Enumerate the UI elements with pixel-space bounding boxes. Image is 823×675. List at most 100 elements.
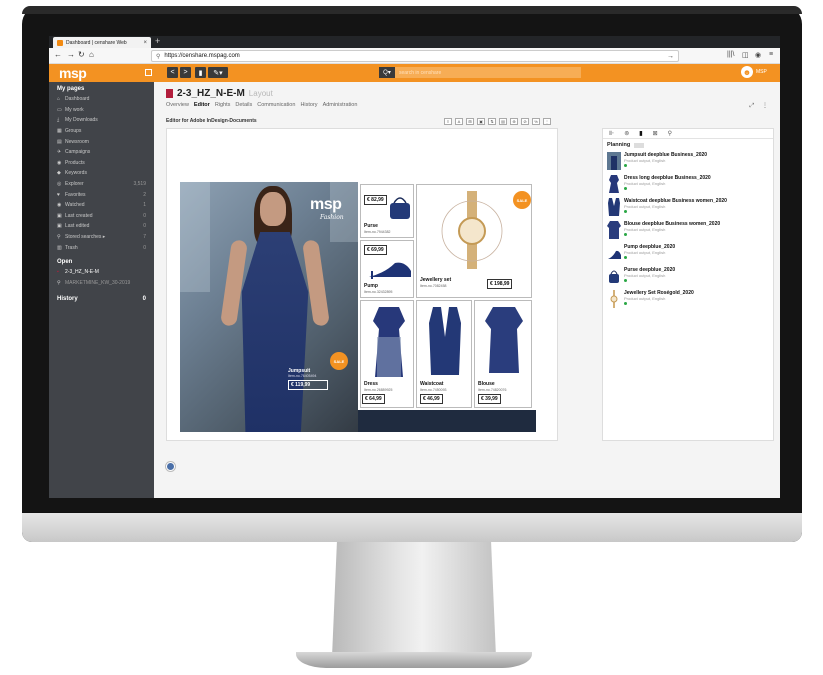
editor-tool-9-icon[interactable]: ⋮ <box>543 117 551 125</box>
sidebar-item-explorer[interactable]: ◎ Explorer 3,519 <box>49 179 154 190</box>
tab-rights[interactable]: Rights <box>215 102 231 108</box>
browser-tab[interactable]: Dashboard | censhare Web × <box>53 37 151 48</box>
sidebar-item-stored-searches[interactable]: ⚲ Stored searches ▸ 7 <box>49 232 154 243</box>
top-right-actions: ⤢ ⋮ <box>750 102 768 110</box>
sidebar-item-my-downloads[interactable]: ⤓ My Downloads <box>49 115 154 126</box>
editor-tool-0-icon[interactable]: ≡ <box>444 117 452 125</box>
back-nav-button[interactable]: < <box>167 67 178 78</box>
status-dot-icon <box>624 302 627 305</box>
panel-tab-search-icon[interactable]: ⚲ <box>668 130 672 137</box>
search-input[interactable]: search in censhare <box>395 67 581 78</box>
sidebar-item-last-created[interactable]: ▣ Last created 0 <box>49 211 154 222</box>
account-icon[interactable]: ◉ <box>755 51 761 59</box>
product-thumbnail <box>607 175 621 193</box>
history-section[interactable]: History 0 <box>49 288 154 310</box>
tab-communication[interactable]: Communication <box>257 102 295 108</box>
status-dot-icon <box>624 279 627 282</box>
sidebar-item-newsroom[interactable]: ▤ Newsroom <box>49 136 154 147</box>
document-name: 2-3_HZ_N-E-M <box>177 88 245 99</box>
newsroom-icon: ▤ <box>57 138 62 145</box>
open-item-search[interactable]: ⚲ MARKETMINE_KW_30-2019 <box>49 278 154 289</box>
sidebar-icon[interactable]: ◫ <box>742 51 749 59</box>
user-menu[interactable]: ☻ MSP <box>741 66 767 78</box>
sidebar-item-groups[interactable]: ▦ Groups <box>49 126 154 137</box>
panel-tab-structure-icon[interactable]: ⊪ <box>609 130 614 137</box>
forward-nav-button[interactable]: > <box>180 67 191 78</box>
sidebar-item-count: 0 <box>143 212 146 219</box>
layout-canvas[interactable]: msp Fashion SALE Jumpsuit Item-no.764054… <box>166 128 558 441</box>
sidebar-item-label: Trash <box>65 244 78 251</box>
product-card-jewellery[interactable]: SALE Jewellery set Item-no.7082458 € 198… <box>416 184 532 298</box>
forward-button[interactable]: → <box>67 50 75 59</box>
tab-overview[interactable]: Overview <box>166 102 189 108</box>
product-card-waistcoat[interactable]: Waistcoat Item-no.7450093 <box>416 300 472 408</box>
product-card-pump[interactable]: € 69,99 Pump Item-no.32432895 <box>360 240 414 298</box>
editor-tool-5-icon[interactable]: ▤ <box>499 117 507 125</box>
go-arrow-icon[interactable]: → <box>667 53 674 60</box>
planning-item-subtitle: Product output, English <box>624 273 666 278</box>
sidebar-item-trash[interactable]: ▥ Trash 0 <box>49 242 154 253</box>
compass-button[interactable] <box>166 462 175 471</box>
sidebar-item-campaigns[interactable]: ✈ Campaigns <box>49 147 154 158</box>
planning-item[interactable]: Blouse deepblue Business women_2020 Prod… <box>603 220 773 243</box>
sidebar-item-label: Last edited <box>65 223 90 230</box>
tab-editor[interactable]: Editor <box>194 102 210 108</box>
planning-item[interactable]: Dress long deepblue Business_2020 Produc… <box>603 174 773 197</box>
product-card-dress[interactable]: Dress Item-no.26889925 <box>360 300 414 408</box>
open-section-title: Open <box>57 258 73 265</box>
trash-icon: ▥ <box>57 244 62 251</box>
close-tab-icon[interactable]: × <box>143 40 147 46</box>
back-button[interactable]: ← <box>54 50 62 59</box>
planning-item-text: Waistcoat deepblue Business women_2020 P… <box>624 198 769 219</box>
menu-icon[interactable]: ≡ <box>769 51 773 58</box>
sidebar-item-label: Products <box>65 159 85 166</box>
editor-tool-4-icon[interactable]: ⇅ <box>488 117 496 125</box>
product-card-blouse[interactable]: Blouse Item-no.74820076 <box>474 300 532 408</box>
msp-logo[interactable]: msp <box>59 65 87 81</box>
product-card-purse[interactable]: € 82,99 Purse Item-no.7944382 <box>360 184 414 238</box>
sidebar-item-last-edited[interactable]: ▣ Last edited 0 <box>49 221 154 232</box>
editor-tool-8-icon[interactable]: % <box>532 117 540 125</box>
editor-tool-7-icon[interactable]: ⊘ <box>521 117 529 125</box>
sidebar-item-watched[interactable]: ◉ Watched 1 <box>49 200 154 211</box>
monitor-chin <box>22 512 802 542</box>
open-item-layout[interactable]: ▪ 2-3_HZ_N-E-M <box>49 267 154 278</box>
planning-item[interactable]: Jewellery Set Roségold_2020 Product outp… <box>603 289 773 312</box>
expand-icon[interactable]: ⤢ <box>750 103 755 109</box>
planning-item[interactable]: Pump deepblue_2020 Product output, Engli… <box>603 243 773 266</box>
planning-item[interactable]: Waistcoat deepblue Business women_2020 P… <box>603 197 773 220</box>
edit-menu-button[interactable]: ✎▾ <box>208 67 228 78</box>
price-label: € 198,99 <box>487 279 513 289</box>
jewellery-image <box>441 191 503 269</box>
search-scope-button[interactable]: Q▾ <box>379 67 395 78</box>
sidebar-item-my-work[interactable]: ▭ My work <box>49 105 154 116</box>
panel-tab-layout-icon[interactable]: ⊠ <box>653 130 658 137</box>
sidebar-item-favorites[interactable]: ♥ Favorites 2 <box>49 189 154 200</box>
panel-tab-relations-icon[interactable]: ⊚ <box>624 130 629 137</box>
model-photo[interactable]: msp Fashion SALE Jumpsuit Item-no.764054… <box>180 182 358 432</box>
dashboard-icon: ⌂ <box>57 96 61 103</box>
reload-button[interactable]: ↻ <box>78 50 85 59</box>
planning-item[interactable]: Purse deepblue_2020 Product output, Engl… <box>603 266 773 289</box>
editor-tool-1-icon[interactable]: A <box>455 117 463 125</box>
panel-tab-asset-icon[interactable]: ▮ <box>639 130 642 137</box>
library-icon[interactable]: |||\ <box>727 51 734 58</box>
editor-tool-6-icon[interactable]: ⊕ <box>510 117 518 125</box>
tab-history[interactable]: History <box>300 102 317 108</box>
tab-administration[interactable]: Administration <box>323 102 358 108</box>
sidebar-item-keywords[interactable]: ◆ Keywords <box>49 168 154 179</box>
new-tab-button[interactable]: + <box>155 36 160 46</box>
product-thumbnail <box>607 244 621 262</box>
sidebar-item-dashboard[interactable]: ⌂ Dashboard <box>49 94 154 105</box>
toggle-icon[interactable] <box>634 142 645 148</box>
tab-details[interactable]: Details <box>235 102 252 108</box>
url-field[interactable]: ⚲ https://censhare.mspag.com → <box>151 50 679 62</box>
editor-tool-3-icon[interactable]: ▣ <box>477 117 485 125</box>
editor-tool-2-icon[interactable]: ⊞ <box>466 117 474 125</box>
sidebar-toggle-icon[interactable] <box>145 69 152 76</box>
document-button[interactable]: ▮ <box>195 67 206 78</box>
planning-item[interactable]: Jumpsuit deepblue Business_2020 Product … <box>603 151 773 174</box>
sidebar-item-products[interactable]: ◉ Products <box>49 158 154 169</box>
more-icon[interactable]: ⋮ <box>762 103 768 109</box>
home-button[interactable]: ⌂ <box>89 50 94 59</box>
